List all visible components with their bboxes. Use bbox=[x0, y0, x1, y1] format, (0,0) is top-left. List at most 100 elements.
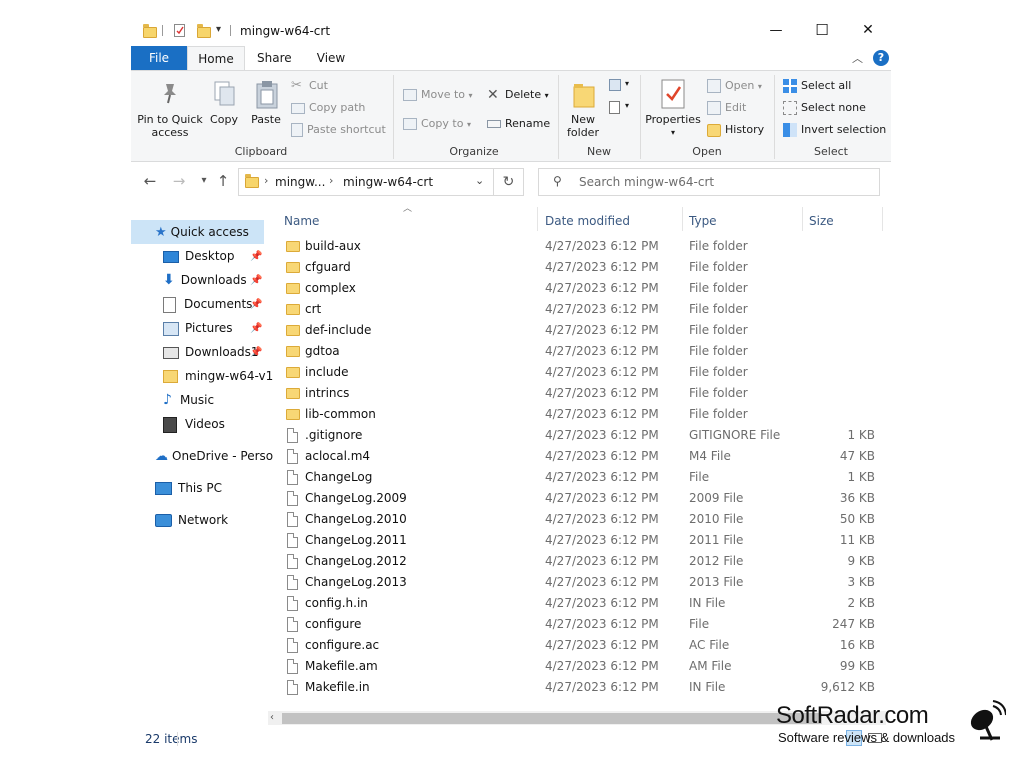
file-type: GITIGNORE File bbox=[689, 428, 781, 442]
forward-arrow-icon[interactable]: → bbox=[168, 170, 190, 192]
folder-row[interactable]: lib-common 4/27/2023 6:12 PM File folder bbox=[276, 404, 886, 425]
sidebar-item-network[interactable]: Network bbox=[155, 509, 228, 531]
file-row[interactable]: ChangeLog.2010 4/27/2023 6:12 PM 2010 File… bbox=[276, 509, 886, 530]
address-history-chevron-icon[interactable]: ⌄ bbox=[475, 174, 484, 187]
file-row[interactable]: ChangeLog.2012 4/27/2023 6:12 PM 2012 File… bbox=[276, 551, 886, 572]
search-input[interactable]: Search mingw-w64-crt bbox=[579, 175, 714, 189]
move-to-button[interactable]: Move to ▾ bbox=[403, 86, 473, 104]
sidebar-item-quick-access[interactable]: ★ Quick access bbox=[155, 221, 249, 243]
sidebar-item-documents[interactable]: Documents bbox=[163, 293, 252, 315]
tab-share[interactable]: Share bbox=[257, 46, 292, 70]
column-divider[interactable] bbox=[537, 207, 538, 231]
scroll-left-arrow-icon[interactable]: ‹ bbox=[270, 711, 274, 725]
delete-button[interactable]: ✕ Delete ▾ bbox=[487, 86, 549, 104]
new-item-dropdown-icon: ▾ bbox=[625, 79, 630, 88]
sidebar-item-downloads[interactable]: ⬇ Downloads bbox=[163, 269, 247, 291]
sidebar-item-desktop[interactable]: Desktop bbox=[163, 245, 235, 267]
file-type: AM File bbox=[689, 659, 732, 673]
folder-row[interactable]: complex 4/27/2023 6:12 PM File folder bbox=[276, 278, 886, 299]
folder-row[interactable]: cfguard 4/27/2023 6:12 PM File folder bbox=[276, 257, 886, 278]
tab-view[interactable]: View bbox=[314, 46, 348, 70]
copy-path-button[interactable]: Copy path bbox=[291, 99, 365, 117]
column-divider[interactable] bbox=[802, 207, 803, 231]
open-button[interactable]: Open ▾ bbox=[707, 77, 762, 95]
folder-row[interactable]: crt 4/27/2023 6:12 PM File folder bbox=[276, 299, 886, 320]
column-header-type[interactable]: Type bbox=[689, 210, 717, 234]
sidebar-item-videos[interactable]: Videos bbox=[163, 413, 225, 435]
pin-icon[interactable]: 📌 bbox=[250, 299, 262, 310]
file-name: configure bbox=[305, 617, 362, 631]
file-type: M4 File bbox=[689, 449, 731, 463]
file-row[interactable]: .gitignore 4/27/2023 6:12 PM GITIGNORE Fil… bbox=[276, 425, 886, 446]
invert-selection-button[interactable]: Invert selection bbox=[783, 121, 886, 139]
select-all-button[interactable]: Select all bbox=[783, 77, 851, 95]
refresh-icon[interactable]: ↻ bbox=[494, 168, 524, 196]
file-row[interactable]: ChangeLog.2013 4/27/2023 6:12 PM 2013 File… bbox=[276, 572, 886, 593]
tab-home[interactable]: Home bbox=[187, 46, 245, 70]
new-item-button[interactable]: ▾ bbox=[609, 77, 633, 95]
new-folder-button[interactable]: New folder bbox=[563, 113, 603, 139]
rename-button[interactable]: Rename bbox=[487, 115, 550, 133]
properties-button[interactable]: Properties ▾ bbox=[645, 113, 701, 139]
copy-button[interactable]: Copy bbox=[207, 113, 241, 126]
easy-access-button[interactable]: ▾ bbox=[609, 99, 633, 117]
select-none-button[interactable]: Select none bbox=[783, 99, 866, 117]
file-row[interactable]: Makefile.in 4/27/2023 6:12 PM IN File 9,612… bbox=[276, 677, 886, 698]
new-folder-quick-icon[interactable] bbox=[197, 24, 211, 38]
column-header-date[interactable]: Date modified bbox=[545, 210, 630, 234]
sidebar-item-pictures[interactable]: Pictures bbox=[163, 317, 233, 339]
search-box[interactable]: ⚲ Search mingw-w64-crt bbox=[538, 168, 880, 196]
file-row[interactable]: ChangeLog 4/27/2023 6:12 PM File 1 KB bbox=[276, 467, 886, 488]
history-button[interactable]: History bbox=[707, 121, 764, 139]
cut-button[interactable]: ✂ Cut bbox=[291, 77, 328, 95]
column-header-name[interactable]: Name bbox=[284, 210, 319, 234]
sidebar-item-onedrive[interactable]: ☁ OneDrive - Perso bbox=[155, 445, 273, 467]
pin-icon[interactable]: 📌 bbox=[250, 275, 262, 286]
copy-to-button[interactable]: Copy to ▾ bbox=[403, 115, 471, 133]
pin-icon[interactable]: 📌 bbox=[250, 251, 262, 262]
file-date: 4/27/2023 6:12 PM bbox=[545, 365, 659, 379]
back-arrow-icon[interactable]: ← bbox=[139, 170, 161, 192]
column-divider[interactable] bbox=[882, 207, 883, 231]
breadcrumb-current[interactable]: mingw-w64-crt bbox=[343, 175, 433, 189]
scrollbar-thumb[interactable] bbox=[282, 713, 822, 724]
sidebar-item-this-pc[interactable]: This PC bbox=[155, 477, 222, 499]
pin-icon[interactable]: 📌 bbox=[250, 347, 262, 358]
breadcrumb-parent[interactable]: mingw... bbox=[275, 175, 325, 189]
paste-button[interactable]: Paste bbox=[248, 113, 284, 126]
file-type: File folder bbox=[689, 281, 748, 295]
file-row[interactable]: ChangeLog.2009 4/27/2023 6:12 PM 2009 File… bbox=[276, 488, 886, 509]
sidebar-item-music[interactable]: ♪ Music bbox=[163, 389, 214, 411]
pin-icon[interactable]: 📌 bbox=[250, 323, 262, 334]
collapse-ribbon-icon[interactable]: ︿ bbox=[852, 50, 863, 66]
file-row[interactable]: ChangeLog.2011 4/27/2023 6:12 PM 2011 File… bbox=[276, 530, 886, 551]
file-row[interactable]: Makefile.am 4/27/2023 6:12 PM AM File 99 KB bbox=[276, 656, 886, 677]
column-divider[interactable] bbox=[682, 207, 683, 231]
properties-check-icon[interactable] bbox=[174, 24, 185, 37]
folder-row[interactable]: def-include 4/27/2023 6:12 PM File folder bbox=[276, 320, 886, 341]
file-row[interactable]: aclocal.m4 4/27/2023 6:12 PM M4 File 47 KB bbox=[276, 446, 886, 467]
close-button[interactable]: ✕ bbox=[845, 14, 891, 46]
file-row[interactable]: config.h.in 4/27/2023 6:12 PM IN File 2 KB bbox=[276, 593, 886, 614]
sidebar-item-downloads1[interactable]: Downloads1 bbox=[163, 341, 259, 363]
address-bar[interactable]: › mingw... › mingw-w64-crt ⌄ bbox=[238, 168, 494, 196]
file-size: 9 KB bbox=[847, 554, 875, 568]
customize-quick-access-chevron-icon[interactable]: ▾ bbox=[216, 24, 221, 35]
pin-to-quick-access-button[interactable]: Pin to Quick access bbox=[137, 113, 203, 139]
file-row[interactable]: configure.ac 4/27/2023 6:12 PM AC File 16 K… bbox=[276, 635, 886, 656]
help-icon[interactable]: ? bbox=[873, 50, 889, 66]
folder-row[interactable]: gdtoa 4/27/2023 6:12 PM File folder bbox=[276, 341, 886, 362]
up-arrow-icon[interactable]: ↑ bbox=[212, 170, 234, 192]
file-row[interactable]: configure 4/27/2023 6:12 PM File 247 KB bbox=[276, 614, 886, 635]
folder-row[interactable]: include 4/27/2023 6:12 PM File folder bbox=[276, 362, 886, 383]
paste-shortcut-button[interactable]: Paste shortcut bbox=[291, 121, 386, 139]
history-icon bbox=[707, 123, 721, 137]
sidebar-item-mingw[interactable]: mingw-w64-v1 bbox=[163, 365, 273, 387]
maximize-button[interactable]: ☐ bbox=[799, 14, 845, 46]
tab-file[interactable]: File bbox=[131, 46, 187, 70]
folder-row[interactable]: build-aux 4/27/2023 6:12 PM File folder bbox=[276, 236, 886, 257]
folder-row[interactable]: intrincs 4/27/2023 6:12 PM File folder bbox=[276, 383, 886, 404]
column-header-size[interactable]: Size bbox=[809, 210, 834, 234]
edit-button[interactable]: Edit bbox=[707, 99, 746, 117]
minimize-button[interactable]: — bbox=[753, 14, 799, 46]
